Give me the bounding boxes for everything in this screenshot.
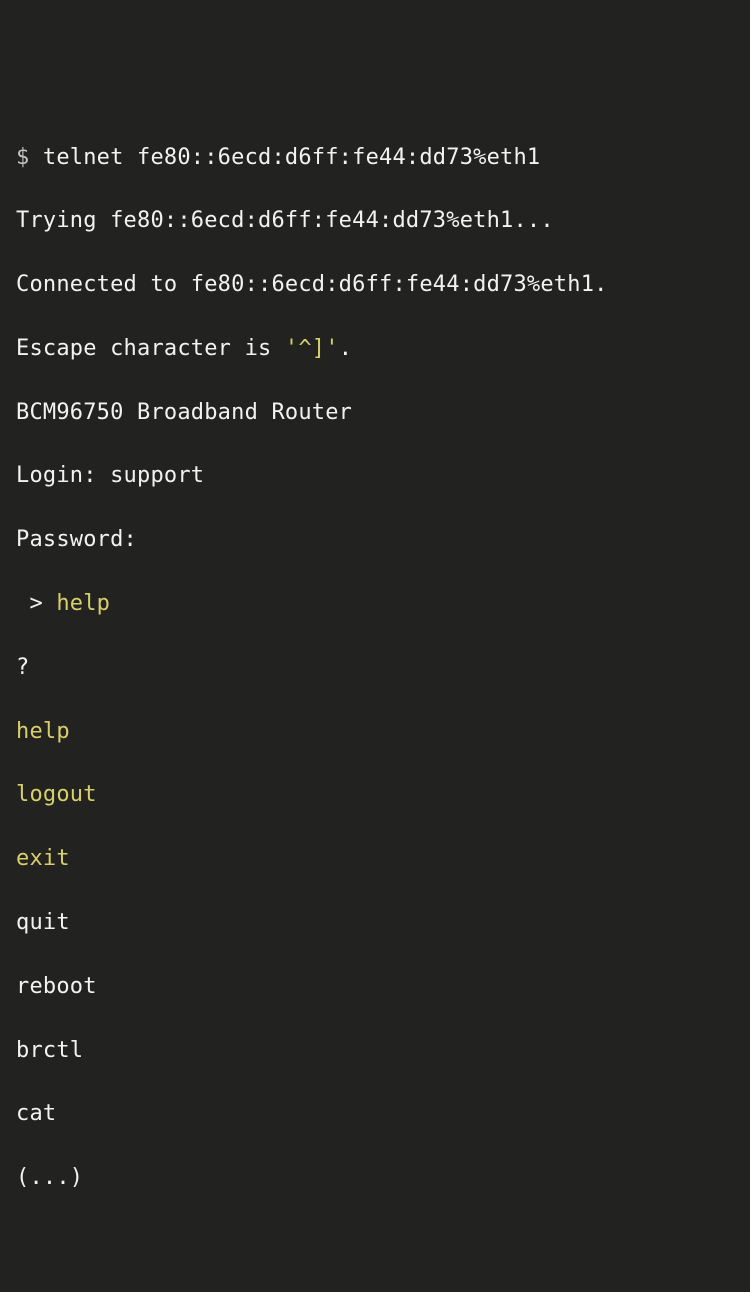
terminal-output-login: Login: support [16, 460, 734, 492]
terminal-line: > help [16, 588, 734, 620]
command-text: telnet fe80::6ecd:d6ff:fe44:dd73%eth1 [43, 145, 540, 170]
escape-prefix: Escape character is [16, 336, 285, 361]
help-cmd-exit: exit [16, 843, 734, 875]
help-cmd-reboot: reboot [16, 971, 734, 1003]
help-cmd-logout: logout [16, 779, 734, 811]
terminal-output-escape: Escape character is '^]'. [16, 333, 734, 365]
escape-suffix: . [339, 336, 352, 361]
escape-quoted: '^]' [285, 336, 339, 361]
help-cmd-brctl: brctl [16, 1035, 734, 1067]
terminal-output-password: Password: [16, 524, 734, 556]
terminal-output-connected: Connected to fe80::6ecd:d6ff:fe44:dd73%e… [16, 269, 734, 301]
terminal-output-trying: Trying fe80::6ecd:d6ff:fe44:dd73%eth1... [16, 205, 734, 237]
command-help: help [56, 591, 110, 616]
help-cmd-cat: cat [16, 1098, 734, 1130]
help-cmd-ellipsis: (...) [16, 1162, 734, 1194]
router-prompt: > [16, 591, 56, 616]
terminal-output-banner: BCM96750 Broadband Router [16, 397, 734, 429]
terminal-output-qmark: ? [16, 652, 734, 684]
help-cmd-help: help [16, 716, 734, 748]
shell-prompt: $ [16, 145, 43, 170]
help-cmd-quit: quit [16, 907, 734, 939]
terminal-line: $ telnet fe80::6ecd:d6ff:fe44:dd73%eth1 [16, 142, 734, 174]
